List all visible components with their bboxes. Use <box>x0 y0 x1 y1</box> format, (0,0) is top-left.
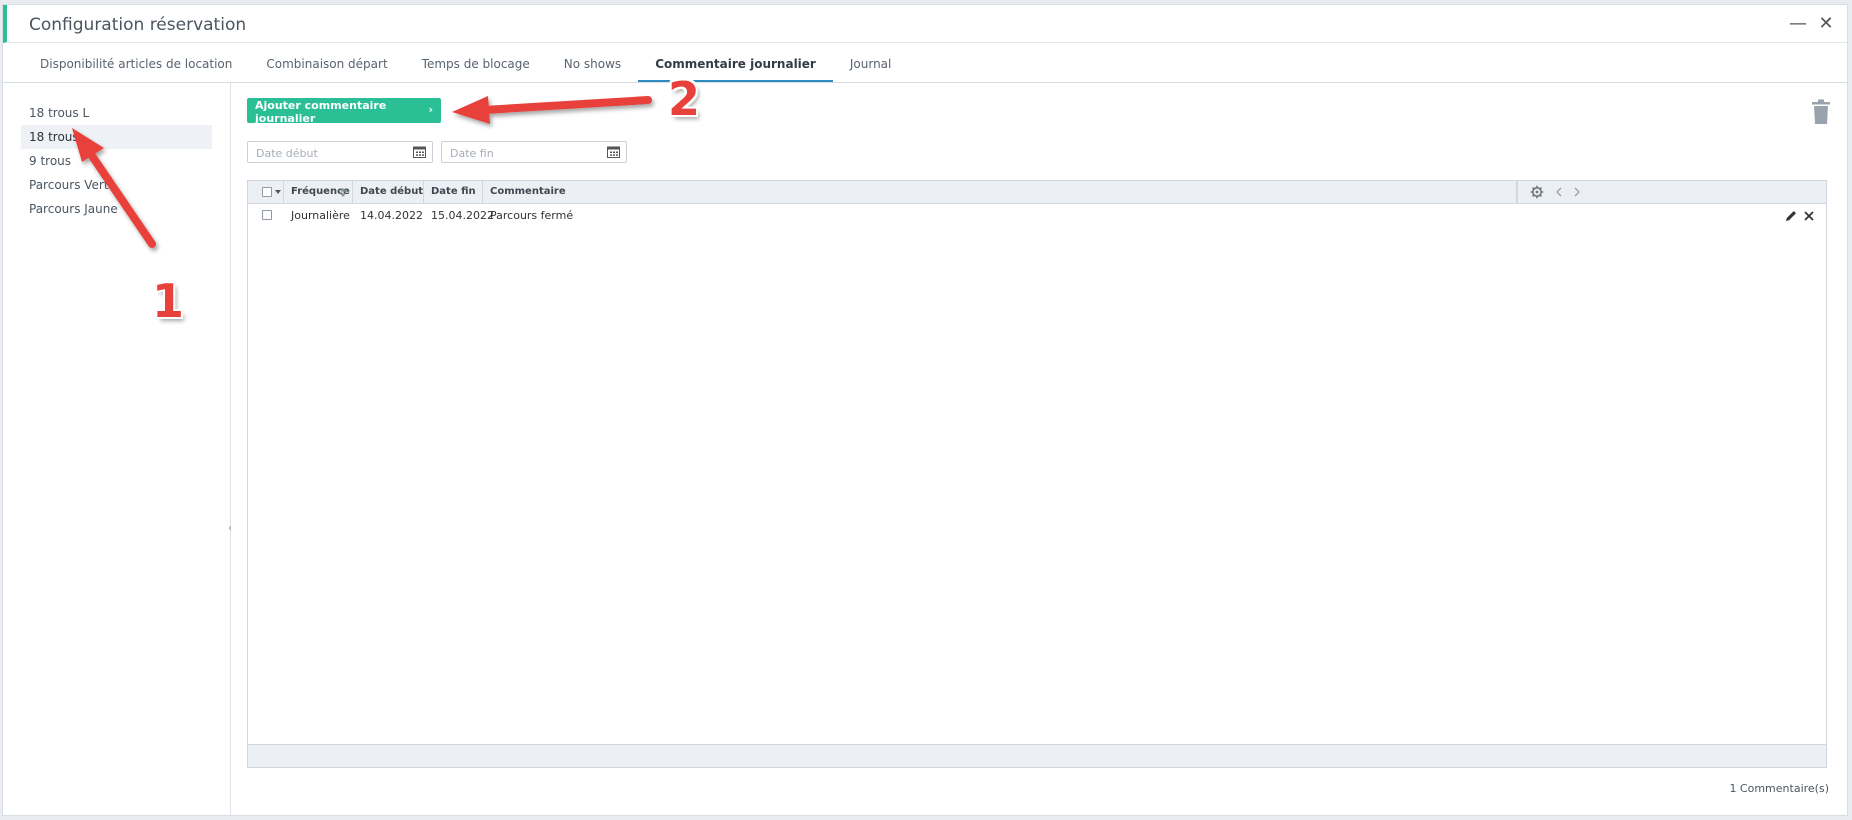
sidebar-item-18-trous[interactable]: 18 trous <box>21 125 212 149</box>
start-date-input[interactable] <box>248 142 408 165</box>
row-checkbox[interactable] <box>262 210 272 220</box>
sidebar-item-parcours-jaune[interactable]: Parcours Jaune <box>21 197 212 221</box>
pencil-icon[interactable] <box>1784 209 1798 223</box>
calendar-icon[interactable] <box>413 146 426 158</box>
column-header-frequence[interactable]: Fréquence <box>284 181 353 203</box>
comments-grid: Fréquence Date début Date fin Commentair… <box>247 180 1827 768</box>
close-button[interactable]: ✕ <box>1815 13 1837 35</box>
sidebar-item-9-trous[interactable]: 9 trous <box>21 149 212 173</box>
window-title: Configuration réservation <box>29 15 247 35</box>
course-sidebar: 18 trous L 18 trous 9 trous Parcours Ver… <box>3 83 232 815</box>
minimize-button[interactable]: — <box>1787 13 1809 35</box>
cell-date-debut: 14.04.2022 <box>360 209 423 222</box>
tab-combinaison-depart[interactable]: Combinaison départ <box>249 43 404 82</box>
calendar-icon[interactable] <box>607 146 620 158</box>
add-daily-comment-label: Ajouter commentaire journalier <box>255 99 387 125</box>
column-header-date-debut[interactable]: Date début <box>353 181 424 203</box>
cell-commentaire: Parcours fermé <box>490 209 574 222</box>
tab-bar: Disponibilité articles de location Combi… <box>3 43 1847 83</box>
chevron-right-icon: › <box>428 103 433 116</box>
grid-footer <box>248 744 1826 767</box>
chevron-left-icon[interactable] <box>1552 185 1566 199</box>
main-panel: Ajouter commentaire journalier › Date dé… <box>231 83 1847 815</box>
column-header-date-fin[interactable]: Date fin <box>424 181 483 203</box>
end-date-input[interactable] <box>442 142 602 165</box>
tab-temps-de-blocage[interactable]: Temps de blocage <box>405 43 547 82</box>
sidebar-item-parcours-vert[interactable]: Parcours Vert <box>21 173 212 197</box>
comment-count: 1 Commentaire(s) <box>1729 782 1829 795</box>
column-header-commentaire[interactable]: Commentaire <box>483 181 1517 203</box>
configuration-window: Configuration réservation — ✕ Disponibil… <box>2 4 1848 816</box>
grid-header-tools <box>1517 181 1587 203</box>
add-daily-comment-button[interactable]: Ajouter commentaire journalier › <box>247 98 441 125</box>
sort-icon[interactable] <box>340 188 346 197</box>
tab-commentaire-journalier[interactable]: Commentaire journalier <box>638 43 833 82</box>
start-date-field[interactable] <box>247 141 433 165</box>
select-all-cell <box>248 181 284 203</box>
trash-icon[interactable] <box>1809 99 1833 125</box>
gear-icon[interactable] <box>1530 185 1544 199</box>
tab-journal[interactable]: Journal <box>833 43 909 82</box>
sidebar-item-18-trous-l[interactable]: 18 trous L <box>21 101 212 125</box>
grid-header: Fréquence Date début Date fin Commentair… <box>248 181 1826 204</box>
cell-frequence: Journalière <box>291 209 350 222</box>
end-date-field[interactable] <box>441 141 627 165</box>
table-row[interactable]: Journalière 14.04.2022 15.04.2022 Parcou… <box>248 204 1826 228</box>
delete-x-icon[interactable] <box>1802 209 1816 223</box>
tab-disponibilite-articles[interactable]: Disponibilité articles de location <box>23 43 249 82</box>
tab-no-shows[interactable]: No shows <box>547 43 638 82</box>
select-all-checkbox[interactable] <box>262 187 272 197</box>
chevron-right-icon[interactable] <box>1570 185 1584 199</box>
caret-down-icon[interactable] <box>275 190 281 194</box>
window-titlebar: Configuration réservation — ✕ <box>3 5 1847 43</box>
